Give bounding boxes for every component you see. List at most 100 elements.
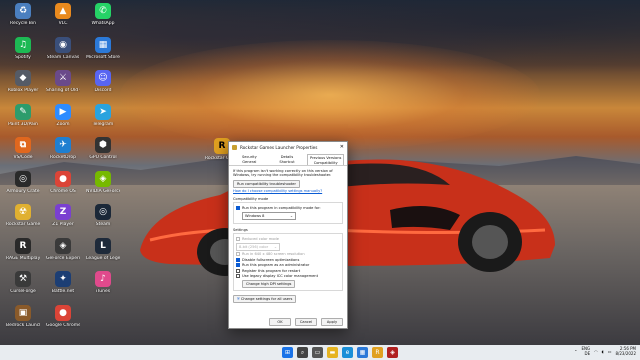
tab-security-general[interactable]: Security General bbox=[232, 154, 267, 165]
ok-button[interactable]: OK bbox=[269, 318, 291, 326]
register-restart-label: Register this program for restart bbox=[242, 268, 301, 273]
tab-previous-versions[interactable]: Previous Versions bbox=[308, 156, 343, 161]
tab-general[interactable]: General bbox=[232, 160, 267, 165]
desktop-icon[interactable]: ◈ NVIDIA GeForce bbox=[86, 170, 120, 194]
reduced-color-row[interactable]: Reduced color mode bbox=[236, 237, 340, 242]
disable-fullscreen-checkbox[interactable] bbox=[236, 257, 240, 262]
compat-mode-checkbox-row[interactable]: Run this program in compatibility mode f… bbox=[236, 206, 340, 211]
speaker-icon[interactable]: ◖ bbox=[602, 349, 604, 354]
taskbar-file-explorer-icon[interactable]: ▬ bbox=[327, 347, 338, 358]
desktop-icon-label: Telegram bbox=[92, 121, 114, 127]
desktop-icon-label: VLC bbox=[58, 21, 68, 26]
dialog-titlebar[interactable]: Rockstar Games Launcher Properties ✕ bbox=[229, 142, 347, 152]
desktop-icon[interactable]: LLeague of Legends bbox=[86, 237, 120, 261]
cancel-button[interactable]: Cancel bbox=[295, 318, 317, 326]
app-icon: ✆ bbox=[95, 3, 111, 19]
legacy-icc-row[interactable]: Use legacy display ICC color management bbox=[236, 274, 340, 279]
desktop-icon[interactable]: ▶ Zoom bbox=[46, 103, 80, 127]
desktop-icon[interactable]: ➤ Telegram bbox=[86, 103, 120, 127]
chevron-down-icon: ⌄ bbox=[273, 244, 277, 249]
all-users-button[interactable]: ⛨ Change settings for all users bbox=[233, 294, 297, 303]
desktop-icon[interactable]: ▦ Microsoft Store bbox=[86, 36, 120, 60]
desktop-icon-label: Paint 3D/Pain bbox=[8, 121, 38, 127]
desktop-icon-label: iTunes bbox=[95, 289, 111, 294]
app-icon: Z bbox=[55, 204, 71, 220]
battery-icon[interactable]: ▭ bbox=[608, 349, 612, 354]
run-admin-checkbox[interactable] bbox=[236, 263, 240, 268]
dialog-body: If this program isn't working correctly … bbox=[229, 165, 347, 306]
register-restart-checkbox[interactable] bbox=[236, 268, 240, 273]
desktop-icon[interactable]: ☢ Rockstar Games bbox=[6, 204, 40, 227]
run-640-label: Run in 640 x 480 screen resolution bbox=[242, 252, 305, 257]
desktop-icon-label: Armoury Crate bbox=[6, 188, 40, 194]
desktop-icon[interactable]: ♫ Spotify bbox=[6, 36, 40, 60]
desktop-icon[interactable]: ✆ WhatsApp bbox=[86, 3, 120, 26]
apply-button[interactable]: Apply bbox=[321, 318, 343, 326]
desktop-icon[interactable]: ✦ Battle.net bbox=[46, 271, 80, 294]
desktop-icon[interactable]: ◈GeForce Experience bbox=[46, 237, 80, 261]
taskbar-task-view-icon[interactable]: ▭ bbox=[312, 347, 323, 358]
settings-group: Reduced color mode 8-bit (256) color ⌄ R… bbox=[233, 232, 343, 291]
app-icon: ▣ bbox=[15, 304, 31, 321]
desktop-icon[interactable]: ⧉ VS/Code bbox=[6, 137, 40, 160]
wifi-icon[interactable]: ◠ bbox=[594, 349, 598, 354]
desktop-icon[interactable]: ▲ VLC bbox=[46, 3, 80, 26]
app-icon: ➤ bbox=[95, 103, 111, 120]
desktop-icon[interactable]: ⚔ Sharing of Old Classic bbox=[46, 70, 80, 93]
desktop-icon[interactable]: RRAGE Multiplayer bbox=[6, 237, 40, 261]
desktop-icon[interactable]: ● Chrome OS bbox=[46, 170, 80, 194]
taskbar-search-icon[interactable]: ⌕ bbox=[297, 347, 308, 358]
compat-mode-checkbox[interactable] bbox=[236, 206, 240, 211]
close-icon[interactable]: ✕ bbox=[340, 144, 344, 150]
high-dpi-button[interactable]: Change high DPI settings bbox=[242, 279, 296, 288]
run-admin-row[interactable]: Run this program as an administrator bbox=[236, 263, 340, 268]
app-icon: ● bbox=[55, 304, 71, 321]
desktop-icon-label: RAGE Multiplayer bbox=[6, 255, 40, 261]
desktop-icon[interactable]: ◆ Roblox Player bbox=[6, 70, 40, 93]
desktop-icon[interactable]: ◉ Steam Canvas bbox=[46, 36, 80, 60]
desktop-icon[interactable]: ◎ Steam bbox=[86, 204, 120, 227]
taskbar-store-icon[interactable]: ▦ bbox=[357, 347, 368, 358]
manual-settings-link[interactable]: How do I choose compatibility settings m… bbox=[233, 189, 343, 193]
desktop-icon[interactable]: ▣ Bedrock Launch bbox=[6, 304, 40, 328]
color-mode-select[interactable]: 8-bit (256) color ⌄ bbox=[236, 242, 280, 251]
run-640-checkbox[interactable] bbox=[236, 252, 240, 257]
compat-mode-check-label: Run this program in compatibility mode f… bbox=[242, 206, 321, 211]
clock[interactable]: 2:56 PM 8/23/2022 bbox=[615, 346, 636, 356]
taskbar-rockstar-icon[interactable]: R bbox=[372, 347, 383, 358]
desktop-icon[interactable]: ♻ Recycle Bin bbox=[6, 3, 40, 26]
desktop-icon[interactable]: ⚒ CurseForge bbox=[6, 271, 40, 294]
desktop-icon[interactable]: ♪ iTunes bbox=[86, 271, 120, 294]
desktop-icon[interactable]: ✈ RocketDrop bbox=[46, 137, 80, 160]
desktop-icon[interactable]: ☺ Discord bbox=[86, 70, 120, 93]
disable-fullscreen-label: Disable fullscreen optimizations bbox=[242, 257, 300, 262]
desktop-icon-label: Recycle Bin bbox=[10, 21, 36, 26]
disable-fullscreen-row[interactable]: Disable fullscreen optimizations bbox=[236, 257, 340, 262]
tab-shortcut[interactable]: Shortcut bbox=[270, 160, 305, 165]
compat-mode-select[interactable]: Windows 8 ⌄ bbox=[242, 211, 296, 220]
troubleshooter-button[interactable]: Run compatibility troubleshooter bbox=[233, 179, 300, 188]
register-restart-row[interactable]: Register this program for restart bbox=[236, 268, 340, 273]
run-640-row[interactable]: Run in 640 x 480 screen resolution bbox=[236, 252, 340, 257]
tab-prev-compat[interactable]: Previous Versions Compatibility bbox=[307, 154, 345, 166]
reduced-color-checkbox[interactable] bbox=[236, 237, 240, 242]
tab-compatibility[interactable]: Compatibility bbox=[308, 161, 343, 166]
desktop-icon[interactable]: ⬢ GPU Control bbox=[86, 137, 120, 160]
desktop-icon[interactable]: Z Z1 Player bbox=[46, 204, 80, 227]
desktop-icon[interactable]: ◎ Armoury Crate bbox=[6, 170, 40, 194]
taskbar-game-icon[interactable]: ◈ bbox=[387, 347, 398, 358]
language-indicator[interactable]: ENG DE bbox=[581, 346, 590, 356]
desktop-icon-label: VS/Code bbox=[13, 155, 33, 160]
compat-mode-group: Run this program in compatibility mode f… bbox=[233, 201, 343, 224]
intro-text: If this program isn't working correctly … bbox=[233, 169, 333, 178]
app-icon: ◈ bbox=[95, 170, 111, 187]
desktop-icon-label: NVIDIA GeForce bbox=[86, 188, 120, 194]
desktop-icon[interactable]: ● Google Chrome bbox=[46, 304, 80, 328]
desktop-icon[interactable]: ✎ Paint 3D/Pain bbox=[6, 103, 40, 127]
desktop-icon-label: Discord bbox=[94, 88, 112, 93]
taskbar-windows-start-icon[interactable]: ⊞ bbox=[282, 347, 293, 358]
tab-details-shortcut[interactable]: Details Shortcut bbox=[270, 154, 305, 165]
chevron-up-icon[interactable]: ⌃ bbox=[574, 349, 577, 354]
taskbar-edge-icon[interactable]: e bbox=[342, 347, 353, 358]
legacy-icc-checkbox[interactable] bbox=[236, 274, 240, 279]
